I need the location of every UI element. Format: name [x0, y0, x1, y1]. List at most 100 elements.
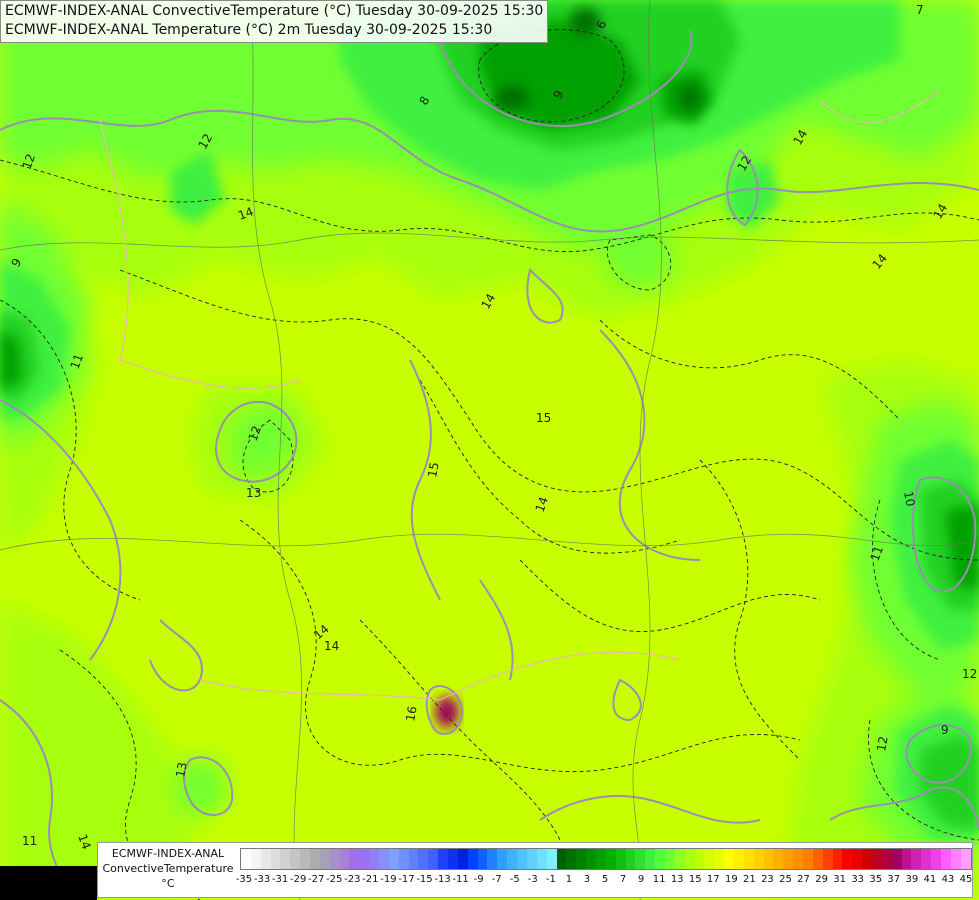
legend-swatch	[467, 849, 478, 869]
legend-title: ECMWF-INDEX-ANAL ConvectiveTemperature °…	[102, 846, 234, 891]
legend-swatch	[645, 849, 656, 869]
legend-swatch	[270, 849, 281, 869]
legend-tick-label: 3	[583, 874, 591, 885]
legend-swatch	[674, 849, 685, 869]
legend-swatch	[704, 849, 715, 869]
legend-swatch	[428, 849, 439, 869]
legend-swatch	[891, 849, 902, 869]
contour-label: 14	[324, 639, 339, 653]
legend-tick-label: 25	[779, 874, 792, 885]
legend-swatch	[290, 849, 301, 869]
legend-tick-label: 19	[724, 874, 738, 885]
legend-swatch	[733, 849, 744, 869]
weather-map: 1212141414911121315151414141011121291311…	[0, 0, 979, 900]
title-line-2: ECMWF-INDEX-ANAL Temperature (°C) 2m Tue…	[5, 22, 493, 38]
legend-title-line-2: ConvectiveTemperature	[102, 862, 234, 875]
legend-tick-label: -25	[326, 874, 343, 885]
dark-corner	[0, 866, 97, 900]
contour-label: 13	[173, 761, 189, 778]
legend-swatch	[664, 849, 675, 869]
legend-tick-label: 41	[923, 874, 937, 885]
legend-swatch	[595, 849, 606, 869]
legend-swatch	[950, 849, 961, 869]
contour-label: 13	[246, 486, 261, 500]
legend-tick-label: -23	[344, 874, 361, 885]
legend-swatch	[753, 849, 764, 869]
color-legend: ECMWF-INDEX-ANAL ConvectiveTemperature °…	[97, 842, 973, 898]
contour-label: 11	[22, 834, 37, 848]
legend-swatch	[635, 849, 646, 869]
legend-swatch	[369, 849, 380, 869]
legend-swatch	[418, 849, 429, 869]
legend-swatch	[241, 849, 251, 869]
legend-swatch	[714, 849, 725, 869]
legend-tick-label: -35	[235, 874, 253, 885]
legend-swatch	[359, 849, 370, 869]
legend-swatch	[457, 849, 468, 869]
legend-swatch	[526, 849, 537, 869]
legend-tick-label: 29	[815, 874, 828, 885]
hot-spot	[435, 696, 459, 728]
legend-swatch	[310, 849, 320, 869]
legend-tick-label: -31	[271, 874, 289, 885]
legend-swatch	[812, 849, 823, 869]
legend-tick-label: 17	[706, 874, 720, 885]
legend-swatch	[438, 849, 449, 869]
legend-tick-label: 15	[688, 874, 702, 885]
legend-swatch	[280, 849, 291, 869]
legend-swatch	[773, 849, 784, 869]
legend-tick-label: -33	[253, 874, 271, 885]
legend-swatch	[615, 849, 626, 869]
contour-label: 7	[916, 3, 924, 17]
legend-swatch	[724, 849, 734, 869]
legend-swatch	[408, 849, 419, 869]
legend-swatch	[566, 849, 577, 869]
legend-tick-label: 11	[652, 874, 666, 885]
legend-swatch	[960, 849, 971, 869]
legend-swatch	[931, 849, 942, 869]
legend-tick-label: -3	[527, 874, 538, 885]
legend-swatch	[783, 849, 794, 869]
legend-swatch	[556, 849, 567, 869]
legend-swatch	[921, 849, 932, 869]
legend-tick-label: 9	[637, 874, 645, 885]
legend-swatch	[339, 849, 350, 869]
legend-swatch	[477, 849, 488, 869]
legend-tick-label: 45	[959, 874, 973, 885]
legend-tick-label: -5	[509, 874, 520, 885]
legend-swatch	[832, 849, 843, 869]
legend-tick-label: -17	[398, 874, 415, 885]
legend-swatch	[379, 849, 389, 869]
contour-label: 9	[941, 723, 949, 737]
legend-tick-label: -9	[473, 874, 484, 885]
legend-title-line-1: ECMWF-INDEX-ANAL	[111, 847, 225, 860]
legend-tick-label: -11	[452, 874, 469, 885]
legend-swatch	[901, 849, 912, 869]
legend-tick-label: 27	[797, 874, 810, 885]
title-box: ECMWF-INDEX-ANAL ConvectiveTemperature (…	[0, 0, 549, 43]
legend-tick-label: 37	[887, 874, 901, 885]
legend-swatch	[260, 849, 271, 869]
legend-swatch	[349, 849, 360, 869]
legend-swatch	[487, 849, 498, 869]
contour-label: 15	[425, 461, 441, 478]
legend-swatch	[576, 849, 587, 869]
legend-tick-label: 13	[670, 874, 684, 885]
legend-swatch	[319, 849, 330, 869]
legend-color-bar	[240, 848, 972, 870]
legend-tick-label: -13	[434, 874, 451, 885]
legend-tick-label: 1	[565, 874, 573, 885]
legend-swatch	[763, 849, 774, 869]
legend-tick-label: 35	[869, 874, 883, 885]
legend-swatch	[605, 849, 616, 869]
legend-swatch	[862, 849, 872, 869]
legend-tick-label: 5	[601, 874, 609, 885]
legend-tick-labels: -35 -33 -31 -29 -27 -25 -23 -21 -19 -17 -15 -13 -11-…	[236, 874, 974, 888]
legend-swatch	[802, 849, 813, 869]
legend-swatch	[517, 849, 527, 869]
contour-label: 15	[536, 411, 551, 425]
legend-tick-label: 21	[743, 874, 756, 885]
legend-swatch	[388, 849, 399, 869]
legend-swatch	[694, 849, 705, 869]
legend-tick-label: -27	[308, 874, 325, 885]
